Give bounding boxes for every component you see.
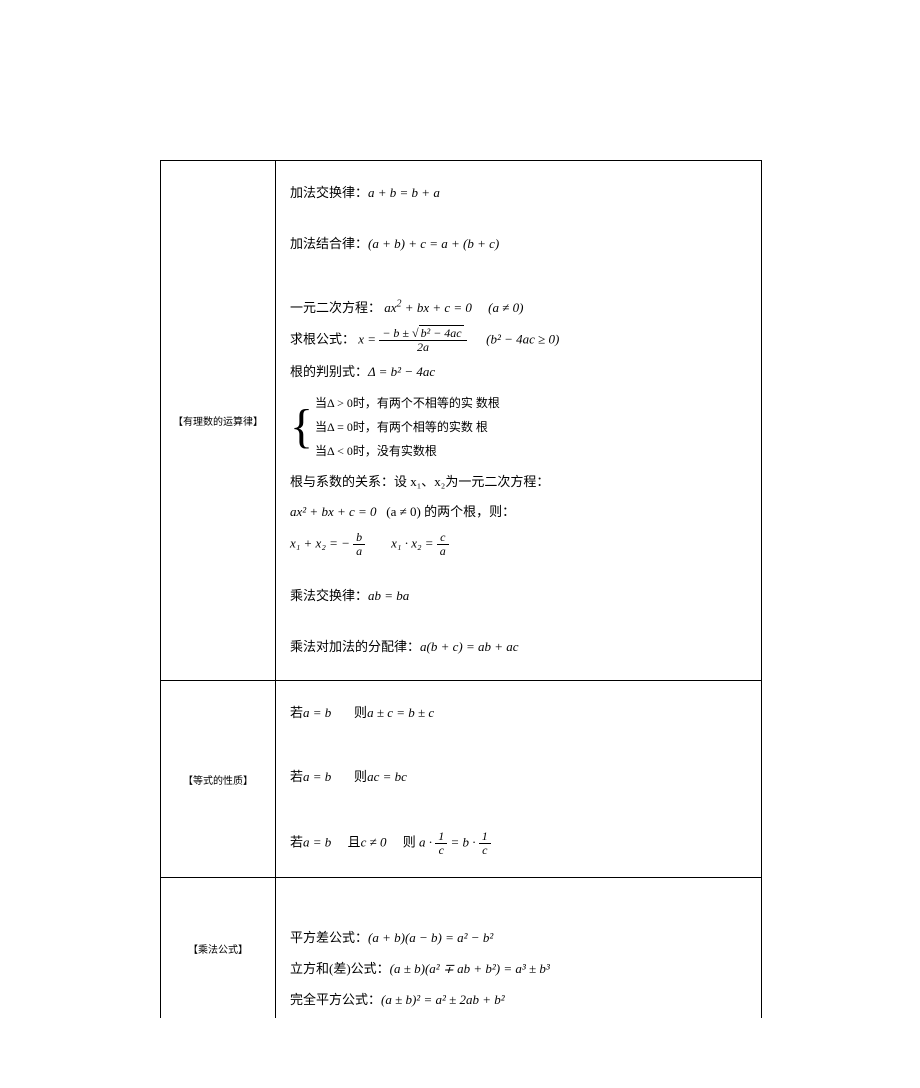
r2l3e: 则 — [403, 835, 416, 850]
r2l1c: 则 — [354, 705, 367, 720]
row1-label: 【有理数的运算律】 — [161, 161, 276, 680]
quadratic-frac: − b ± √b² − 4ac 2a — [379, 327, 466, 354]
r1l4b: x = — [358, 332, 379, 347]
r1l8b: (a ≠ 0) 的两个根，则： — [386, 504, 515, 519]
r2l3d: c ≠ 0 — [361, 835, 387, 850]
vieta-prod-frac: ca — [437, 531, 449, 558]
frac-1c-left: 1c — [435, 830, 447, 857]
r3l1a: 平方差公式： — [290, 930, 368, 945]
r3l1b: (a + b)(a − b) = a² − b² — [368, 930, 493, 945]
r1l6c: 当Δ < 0时，没有实数根 — [315, 440, 500, 463]
r1l6a: 当Δ > 0时，有两个不相等的实 数根 — [315, 392, 500, 415]
r3l3a: 完全平方公式： — [290, 992, 381, 1007]
frac-1c-right: 1c — [479, 830, 491, 857]
r2l3c: 且 — [348, 835, 361, 850]
row1-content: 加法交换律：a + b = b + a 加法结合律：(a + b) + c = … — [276, 161, 761, 680]
r2l3b: a = b — [303, 835, 331, 850]
r2l2c: 则 — [354, 769, 367, 784]
r2l2b: a = b — [303, 769, 331, 784]
r1l8a: ax² + bx + c = 0 — [290, 504, 377, 519]
r2l2a: 若 — [290, 769, 303, 784]
vieta-sum-frac: ba — [353, 531, 365, 558]
row-equality-props: 【等式的性质】 若a = b 则a ± c = b ± c 若a = b 则ac… — [161, 681, 761, 879]
row-rational-ops: 【有理数的运算律】 加法交换律：a + b = b + a 加法结合律：(a +… — [161, 161, 761, 681]
r1l9b: x₁ · x₂ = — [391, 536, 437, 551]
r1l2b: (a + b) + c = a + (b + c) — [368, 236, 499, 251]
r3l2a: 立方和(差)公式： — [290, 961, 390, 976]
row2-label: 【等式的性质】 — [161, 681, 276, 878]
row-mult-formulas: 【乘法公式】 平方差公式：(a + b)(a − b) = a² − b² 立方… — [161, 878, 761, 1018]
r1l10a: 乘法交换律： — [290, 588, 368, 603]
r2l1a: 若 — [290, 705, 303, 720]
r3l3b: (a ± b)² = a² ± 2ab + b² — [381, 992, 505, 1007]
r1l11a: 乘法对加法的分配律： — [290, 639, 420, 654]
r1l5b: Δ = b² − 4ac — [368, 364, 435, 379]
r1l11b: a(b + c) = ab + ac — [420, 639, 519, 654]
r2l3f: a · — [419, 835, 435, 850]
r1l9a: x₁ + x₂ = − — [290, 536, 353, 551]
r1l4a: 求根公式： — [290, 332, 355, 347]
r1l3b: ax2 + bx + c = 0 — [384, 300, 472, 315]
r1l1a: 加法交换律： — [290, 185, 368, 200]
r1l1b: a + b = b + a — [368, 185, 440, 200]
r2l2d: ac = bc — [367, 769, 407, 784]
r1l7a: 根与系数的关系：设 x₁、x₂为一元二次方程： — [290, 470, 751, 495]
r2l3a: 若 — [290, 835, 303, 850]
row3-content: 平方差公式：(a + b)(a − b) = a² − b² 立方和(差)公式：… — [276, 878, 761, 1018]
left-brace-icon: { — [290, 403, 313, 451]
r3l2b: (a ± b)(a² ∓ ab + b²) = a³ ± b³ — [390, 961, 550, 976]
row2-content: 若a = b 则a ± c = b ± c 若a = b 则ac = bc 若a… — [276, 681, 761, 878]
r1l2a: 加法结合律： — [290, 236, 368, 251]
discriminant-cases: { 当Δ > 0时，有两个不相等的实 数根 当Δ = 0时，有两个相等的实数 根… — [290, 391, 751, 463]
row3-label: 【乘法公式】 — [161, 878, 276, 1018]
r1l3a: 一元二次方程： — [290, 300, 381, 315]
r2l1b: a = b — [303, 705, 331, 720]
r2l3g: = b · — [450, 835, 478, 850]
r1l3d: (a ≠ 0) — [488, 300, 523, 315]
r1l4c: (b² − 4ac ≥ 0) — [486, 332, 559, 347]
r1l5a: 根的判别式： — [290, 364, 368, 379]
r2l1d: a ± c = b ± c — [367, 705, 434, 720]
r1l10b: ab = ba — [368, 588, 409, 603]
r1l6b: 当Δ = 0时，有两个相等的实数 根 — [315, 416, 500, 439]
formula-table: 【有理数的运算律】 加法交换律：a + b = b + a 加法结合律：(a +… — [160, 160, 762, 1018]
